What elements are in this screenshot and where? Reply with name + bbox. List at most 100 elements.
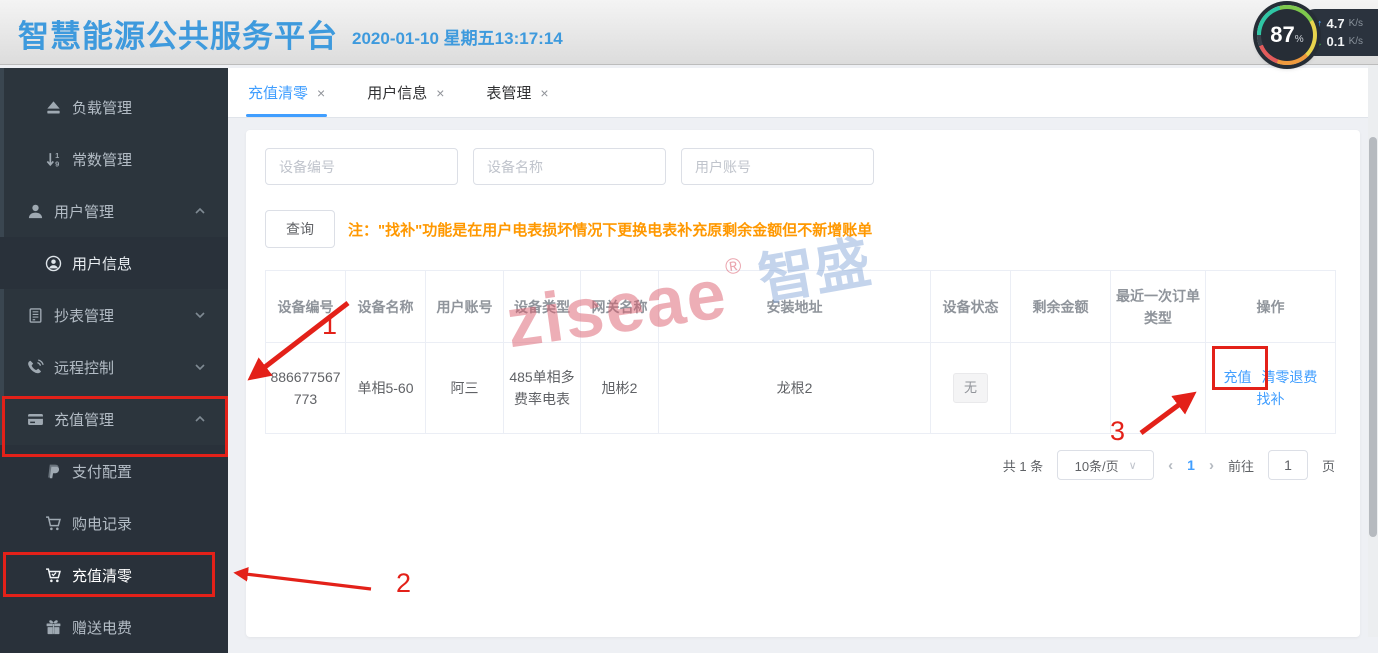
cell-balance xyxy=(1011,343,1111,434)
sidebar-item-label: 支付配置 xyxy=(72,461,132,482)
device-name-input[interactable] xyxy=(473,148,666,185)
sidebar-item-user-info[interactable]: 用户信息 xyxy=(0,237,228,289)
col-last-order-type: 最近一次订单类型 xyxy=(1111,271,1206,343)
col-actions: 操作 xyxy=(1206,271,1336,343)
cell-device-status: 无 xyxy=(931,343,1011,434)
phone-volume-icon xyxy=(27,359,44,376)
download-arrow-icon: ↓ xyxy=(1317,36,1323,48)
cell-install-address: 龙根2 xyxy=(659,343,931,434)
goto-page-input[interactable] xyxy=(1268,450,1308,480)
cell-actions: 充值 清零退费 找补 xyxy=(1206,343,1336,434)
sidebar-item-payment-config[interactable]: 支付配置 xyxy=(0,445,228,497)
recharge-link[interactable]: 充值 xyxy=(1224,369,1252,385)
query-button[interactable]: 查询 xyxy=(265,210,335,248)
gauge-percent-symbol: % xyxy=(1295,34,1304,45)
svg-text:9: 9 xyxy=(55,159,59,168)
sidebar-item-recharge-management[interactable]: 充值管理 xyxy=(0,393,228,445)
sidebar-item-label: 常数管理 xyxy=(72,149,132,170)
vertical-scrollbar[interactable] xyxy=(1368,65,1378,637)
header-datetime: 2020-01-10 星期五13:17:14 xyxy=(352,24,563,49)
sidebar-item-label: 负载管理 xyxy=(72,97,132,118)
cell-device-name: 单相5-60 xyxy=(346,343,426,434)
percent-gauge[interactable]: 87 % xyxy=(1257,5,1317,65)
sidebar-item-label: 赠送电费 xyxy=(72,617,132,638)
pagination: 共 1 条 10条/页 ∨ ‹ 1 › 前往 页 xyxy=(1003,450,1335,480)
sidebar-item-remote-control[interactable]: 远程控制 xyxy=(0,341,228,393)
chevron-up-icon xyxy=(194,413,206,425)
sidebar-item-label: 抄表管理 xyxy=(54,305,114,326)
sidebar: 负载管理 1 9 常数管理 用户管理 xyxy=(0,68,228,637)
upload-speed-value: 4.7 xyxy=(1327,16,1345,31)
cell-device-no: 886677567773 xyxy=(266,343,346,434)
tab-label: 充值清零 xyxy=(248,82,308,103)
col-device-name: 设备名称 xyxy=(346,271,426,343)
gift-icon xyxy=(45,619,62,636)
download-speed-value: 0.1 xyxy=(1327,34,1345,49)
sidebar-menu: 负载管理 1 9 常数管理 用户管理 xyxy=(0,68,228,653)
close-icon[interactable]: × xyxy=(540,85,548,101)
goto-label: 前往 xyxy=(1228,456,1254,475)
cart-check-icon xyxy=(45,567,62,584)
tab-recharge-clear[interactable]: 充值清零 × xyxy=(248,68,325,117)
chevron-down-icon xyxy=(194,309,206,321)
close-icon[interactable]: × xyxy=(436,85,444,101)
compensate-link[interactable]: 找补 xyxy=(1257,391,1285,407)
download-speed-row: ↓ 0.1 K/s xyxy=(1317,34,1378,49)
user-account-input[interactable] xyxy=(681,148,874,185)
col-balance: 剩余金额 xyxy=(1011,271,1111,343)
user-circle-icon xyxy=(45,255,62,272)
sidebar-item-label: 购电记录 xyxy=(72,513,132,534)
sidebar-item-label: 充值管理 xyxy=(54,409,114,430)
sidebar-item-label: 用户信息 xyxy=(72,253,132,274)
col-install-address: 安装地址 xyxy=(659,271,931,343)
chevron-down-icon: ∨ xyxy=(1129,459,1137,472)
sidebar-item-label: 用户管理 xyxy=(54,201,114,222)
shopping-cart-icon xyxy=(45,515,62,532)
tab-meter-management[interactable]: 表管理 × xyxy=(486,68,548,117)
status-badge: 无 xyxy=(953,373,988,403)
percent-gauge-face: 87 % xyxy=(1261,9,1313,61)
page-size-select[interactable]: 10条/页 ∨ xyxy=(1057,450,1154,480)
cell-last-order-type xyxy=(1111,343,1206,434)
tab-label: 用户信息 xyxy=(367,82,427,103)
sidebar-item-label: 远程控制 xyxy=(54,357,114,378)
chevron-down-icon xyxy=(194,361,206,373)
sidebar-item-constant-management[interactable]: 1 9 常数管理 xyxy=(0,133,228,185)
sort-numeric-icon: 1 9 xyxy=(45,151,62,168)
sidebar-item-meter-reading[interactable]: 抄表管理 xyxy=(0,289,228,341)
cell-device-type: 485单相多费率电表 xyxy=(504,343,581,434)
scrollbar-thumb[interactable] xyxy=(1369,137,1377,537)
user-icon xyxy=(27,203,44,220)
close-icon[interactable]: × xyxy=(317,85,325,101)
table-row: 886677567773 单相5-60 阿三 485单相多费率电表 旭彬2 龙根… xyxy=(266,343,1336,434)
search-row xyxy=(265,148,874,185)
upload-arrow-icon: ↑ xyxy=(1317,18,1323,30)
device-no-input[interactable] xyxy=(265,148,458,185)
app-header: 智慧能源公共服务平台 2020-01-10 星期五13:17:14 xyxy=(0,0,1378,65)
sidebar-item-gift-electricity[interactable]: 赠送电费 xyxy=(0,601,228,653)
sidebar-item-load-management[interactable]: 负载管理 xyxy=(0,81,228,133)
sidebar-item-user-management[interactable]: 用户管理 xyxy=(0,185,228,237)
col-device-no: 设备编号 xyxy=(266,271,346,343)
download-speed-unit: K/s xyxy=(1349,36,1363,47)
current-page[interactable]: 1 xyxy=(1187,457,1195,473)
tab-bar: 充值清零 × 用户信息 × 表管理 × xyxy=(228,68,1368,118)
cell-user-account: 阿三 xyxy=(426,343,504,434)
upload-speed-unit: K/s xyxy=(1349,18,1363,29)
paypal-icon xyxy=(45,463,62,480)
app-title: 智慧能源公共服务平台 xyxy=(18,11,338,56)
prev-page-button[interactable]: ‹ xyxy=(1168,457,1173,474)
query-row: 查询 注："找补"功能是在用户电表损坏情况下更换电表补充原剩余金额但不新增账单 xyxy=(265,210,872,248)
content-card: 查询 注："找补"功能是在用户电表损坏情况下更换电表补充原剩余金额但不新增账单 … xyxy=(246,130,1360,637)
page-size-value: 10条/页 xyxy=(1075,456,1119,475)
col-device-status: 设备状态 xyxy=(931,271,1011,343)
col-user-account: 用户账号 xyxy=(426,271,504,343)
pagination-total: 共 1 条 xyxy=(1003,456,1043,475)
tab-user-info[interactable]: 用户信息 × xyxy=(367,68,444,117)
sidebar-item-recharge-clear[interactable]: 充值清零 xyxy=(0,549,228,601)
gauge-percent-value: 87 xyxy=(1270,22,1294,48)
next-page-button[interactable]: › xyxy=(1209,457,1214,474)
upload-speed-row: ↑ 4.7 K/s xyxy=(1317,16,1378,31)
sidebar-item-purchase-records[interactable]: 购电记录 xyxy=(0,497,228,549)
clear-refund-link[interactable]: 清零退费 xyxy=(1261,369,1317,385)
